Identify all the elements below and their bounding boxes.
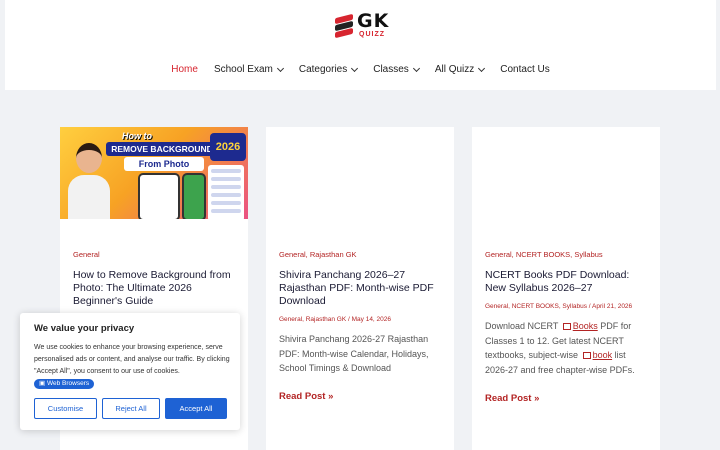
nav-contact-us-label: Contact Us [500,64,550,75]
chip-label: Web Browsers [46,380,90,387]
thumbnail-footer-strip [60,219,248,232]
cookie-text: We use cookies to enhance your browsing … [34,342,234,390]
post-categories[interactable]: General [73,250,100,259]
main-nav: Home School Exam Categories Classes All … [5,64,716,75]
post-title[interactable]: Shivira Panchang 2026–27 Rajasthan PDF: … [279,269,444,308]
excerpt-text: Download NCERT [485,321,559,331]
post-title[interactable]: NCERT Books PDF Download: New Syllabus 2… [485,269,650,295]
nav-home-label: Home [171,64,198,75]
cookie-title: We value your privacy [34,323,135,334]
post-thumbnail[interactable]: How to REMOVE BACKGROUND From Photo 2026 [60,127,248,232]
nav-home[interactable]: Home [171,64,198,75]
chevron-down-icon [478,64,486,72]
chevron-down-icon [351,64,359,72]
thumbnail-line1: How to [122,131,152,141]
nav-school-exam-label: School Exam [213,64,273,75]
site-logo[interactable]: GK QUIZZ [333,10,403,39]
post-title[interactable]: How to Remove Background from Photo: The… [73,269,238,308]
logo-stack-icon [333,13,355,39]
book-icon [562,323,571,330]
post-categories[interactable]: General, NCERT BOOKS, Syllabus [485,250,603,259]
reject-all-button[interactable]: Reject All [102,398,160,419]
post-excerpt: Shivira Panchang 2026-27 Rajasthan PDF: … [279,334,429,373]
post-excerpt: Download NCERT Books PDF for Classes 1 t… [485,319,650,377]
customise-button[interactable]: Customise [34,398,97,419]
read-post-link[interactable]: Read Post » [485,393,539,404]
nav-contact-us[interactable]: Contact Us [500,64,549,75]
phone-before-illustration [138,173,180,221]
books-link[interactable]: Books [573,321,598,331]
web-browsers-chip[interactable]: ▣ Web Browsers [34,379,95,389]
nav-school-exam[interactable]: School Exam [213,64,284,75]
book-link[interactable]: book [593,350,613,360]
read-post-link[interactable]: Read Post » [279,391,333,402]
book-icon [582,352,591,359]
post-categories[interactable]: General, Rajasthan GK [279,250,357,259]
thumbnail-line2: REMOVE BACKGROUND [106,142,218,156]
cookie-consent-banner: We value your privacy We use cookies to … [20,313,240,430]
thumbnail-line3: From Photo [124,157,204,171]
post-meta: General, Rajasthan GK / May 14, 2026 [279,316,392,323]
nav-classes[interactable]: Classes [373,64,420,75]
post-meta: General, NCERT BOOKS, Syllabus / April 2… [485,303,633,310]
chevron-down-icon [412,64,420,72]
nav-all-quizz-label: All Quizz [434,64,475,75]
accept-all-button[interactable]: Accept All [165,398,227,419]
post-card: General, Rajasthan GK Shivira Panchang 2… [266,127,454,450]
site-header: GK QUIZZ Home School Exam Categories Cla… [5,0,716,90]
nav-classes-label: Classes [373,64,409,75]
phone-after-illustration [182,173,206,221]
chevron-down-icon [276,64,284,72]
logo-text: GK [357,10,390,32]
nav-all-quizz[interactable]: All Quizz [434,64,486,75]
logo-subtext: QUIZZ [359,31,385,38]
nav-categories-label: Categories [298,64,348,75]
post-card: General, NCERT BOOKS, Syllabus NCERT Boo… [472,127,660,450]
thumbnail-year-badge: 2026 [210,133,246,161]
nav-categories[interactable]: Categories [298,64,359,75]
feature-list-illustration [208,165,244,221]
cookie-body-text: We use cookies to enhance your browsing … [34,344,230,375]
